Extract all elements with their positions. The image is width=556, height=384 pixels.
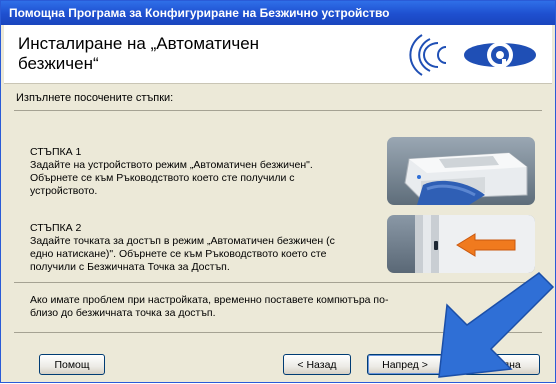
- next-button[interactable]: Напред >: [367, 354, 443, 375]
- back-button[interactable]: < Назад: [283, 354, 351, 375]
- wizard-content: Изпълнете посочените стъпки: СТЪПКА 1 За…: [4, 84, 552, 382]
- instruction-text: Изпълнете посочените стъпки:: [16, 92, 174, 104]
- divider: [14, 110, 542, 111]
- printer-icon: [404, 152, 528, 205]
- step-2-text: Задайте точката за достъп в режим „Автом…: [30, 235, 335, 273]
- wizard-window: Помощна Програма за Конфигуриране на Без…: [0, 0, 556, 383]
- help-button[interactable]: Помощ: [39, 354, 105, 375]
- step-1-title: СТЪПКА 1: [30, 146, 82, 158]
- step-1-text: Задайте на устройството режим „Автоматич…: [30, 159, 313, 197]
- divider: [14, 282, 542, 283]
- wizard-header: Инсталиране на „Автоматичен безжичен“: [4, 25, 552, 84]
- troubleshoot-note: Ако имате проблем при настройката, време…: [30, 294, 389, 319]
- wireless-logo-icon: [409, 34, 536, 76]
- title-bar: Помощна Програма за Конфигуриране на Без…: [1, 1, 555, 25]
- divider: [14, 332, 542, 333]
- step-1: СТЪПКА 1 Задайте на устройството режим „…: [30, 146, 355, 198]
- cancel-button[interactable]: Отмяна: [464, 354, 540, 375]
- access-point-icon: [415, 215, 535, 273]
- step-2-title: СТЪПКА 2: [30, 222, 82, 234]
- printer-illustration: [387, 137, 535, 205]
- page-title: Инсталиране на „Автоматичен безжичен“: [18, 34, 260, 73]
- access-point-illustration: [387, 215, 535, 273]
- step-2: СТЪПКА 2 Задайте точката за достъп в реж…: [30, 222, 355, 274]
